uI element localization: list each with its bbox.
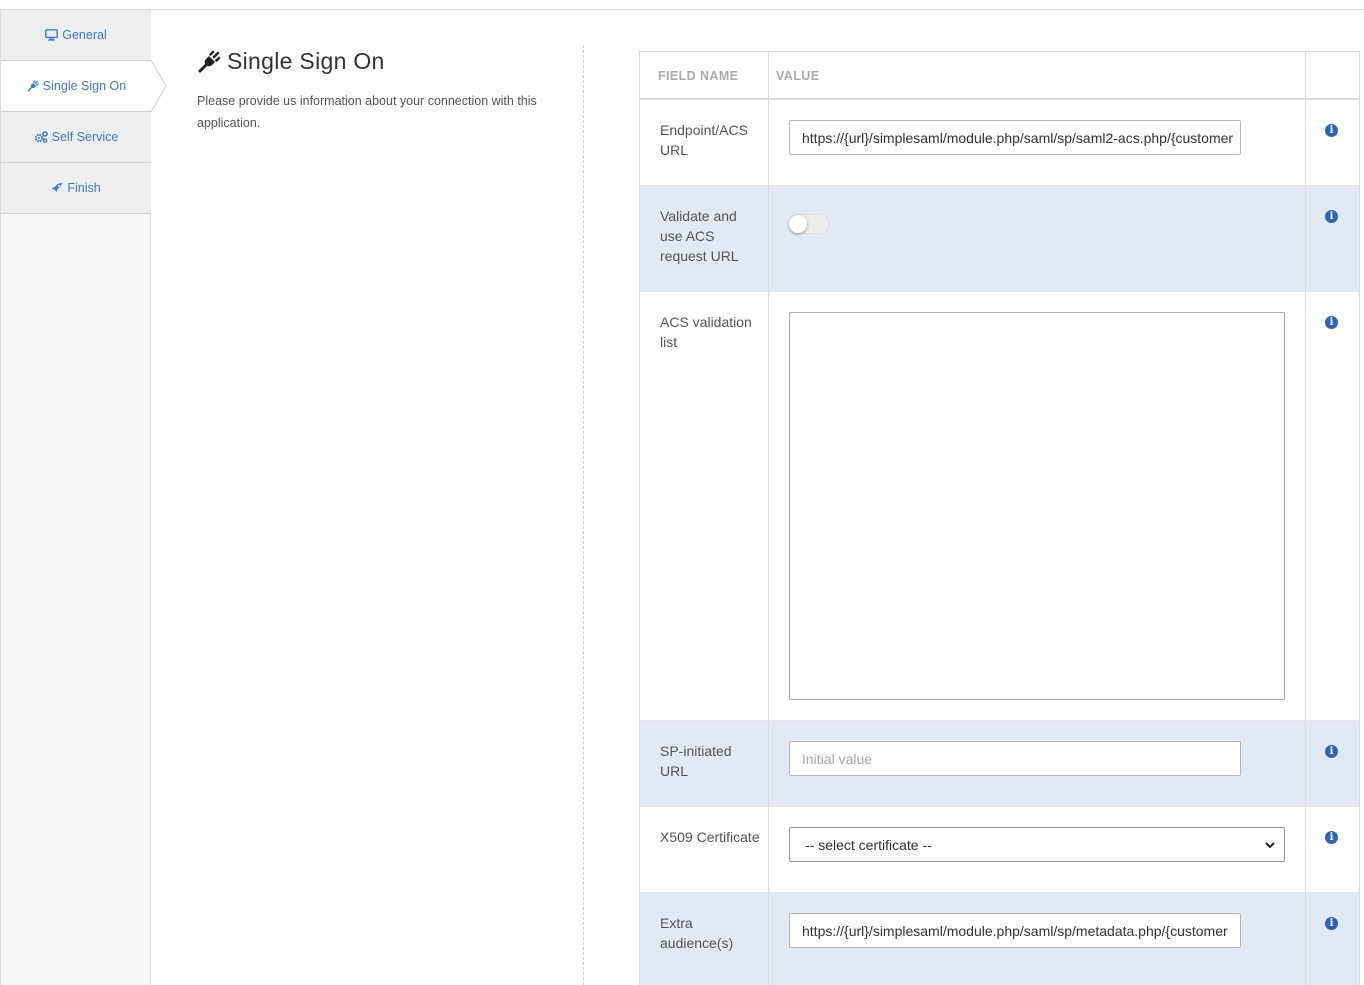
tab-self-service-label: Self Service — [51, 130, 119, 144]
table-row-acs-list: ACS validation list i — [640, 291, 1359, 720]
info-icon[interactable]: i — [1325, 831, 1338, 844]
cogs-icon — [34, 131, 48, 143]
toggle-knob — [789, 215, 807, 233]
column-header-field-name: FIELD NAME — [658, 69, 739, 83]
table-row-x509: X509 Certificate -- select certificate -… — [640, 806, 1359, 892]
section-header: Single Sign On — [197, 48, 385, 75]
page: General Single Sign On Self Service Fini… — [0, 0, 1364, 985]
fields-table: FIELD NAME VALUE Endpoint/ACS URL https:… — [639, 51, 1360, 985]
acs-validation-list-textarea[interactable] — [789, 312, 1285, 700]
column-header-value: VALUE — [776, 69, 820, 83]
tab-general[interactable]: General — [1, 10, 151, 61]
field-label-x509: X509 Certificate — [660, 829, 760, 845]
rocket-icon — [51, 182, 63, 194]
chevron-down-icon — [1265, 842, 1275, 849]
field-label-acs-list: ACS validation list — [660, 314, 752, 350]
x509-selected-value: -- select certificate -- — [805, 836, 932, 853]
desktop-icon — [45, 29, 59, 41]
table-row-validate: Validate and use ACS request URL i — [640, 185, 1359, 291]
plug-icon — [198, 50, 221, 72]
tab-single-sign-on[interactable]: Single Sign On — [1, 59, 167, 113]
extra-audience-input[interactable]: https://{url}/simplesaml/module.php/saml… — [789, 913, 1241, 948]
dashed-divider — [583, 45, 584, 985]
sp-initiated-url-input[interactable]: Initial value — [789, 741, 1241, 776]
info-icon[interactable]: i — [1325, 124, 1338, 137]
tab-finish[interactable]: Finish — [1, 163, 151, 214]
table-header: FIELD NAME VALUE — [640, 52, 1359, 99]
column-divider — [1305, 52, 1306, 985]
tab-self-service[interactable]: Self Service — [1, 112, 151, 163]
info-icon[interactable]: i — [1325, 917, 1338, 930]
column-divider — [768, 52, 769, 985]
info-icon[interactable]: i — [1325, 745, 1338, 758]
tab-single-sign-on-label: Single Sign On — [42, 79, 127, 93]
page-title: Single Sign On — [227, 48, 385, 74]
wizard-sidebar: General Single Sign On Self Service Fini… — [0, 10, 167, 985]
plug-icon — [27, 80, 39, 92]
table-row-endpoint: Endpoint/ACS URL https://{url}/simplesam… — [640, 99, 1359, 185]
tab-finish-label: Finish — [67, 181, 101, 195]
info-icon[interactable]: i — [1325, 210, 1338, 223]
active-tab-arrow — [150, 59, 167, 113]
validate-acs-toggle[interactable] — [788, 214, 830, 234]
table-row-sp-initiated: SP-initiated URL Initial value i — [640, 720, 1359, 806]
tab-general-label: General — [62, 28, 107, 42]
table-row-extra-audience: Extra audience(s) https://{url}/simplesa… — [640, 892, 1359, 985]
field-label-endpoint: Endpoint/ACS URL — [660, 122, 748, 158]
endpoint-acs-url-input[interactable]: https://{url}/simplesaml/module.php/saml… — [789, 120, 1241, 155]
field-label-extra-audience: Extra audience(s) — [660, 915, 734, 951]
section-description: Please provide us information about your… — [197, 94, 537, 130]
field-label-sp-initiated: SP-initiated URL — [660, 743, 732, 779]
x509-certificate-select[interactable]: -- select certificate -- — [789, 827, 1285, 862]
field-label-validate: Validate and use ACS request URL — [660, 208, 739, 264]
section-intro: Single Sign On Please provide us informa… — [151, 10, 583, 985]
info-icon[interactable]: i — [1325, 316, 1338, 329]
